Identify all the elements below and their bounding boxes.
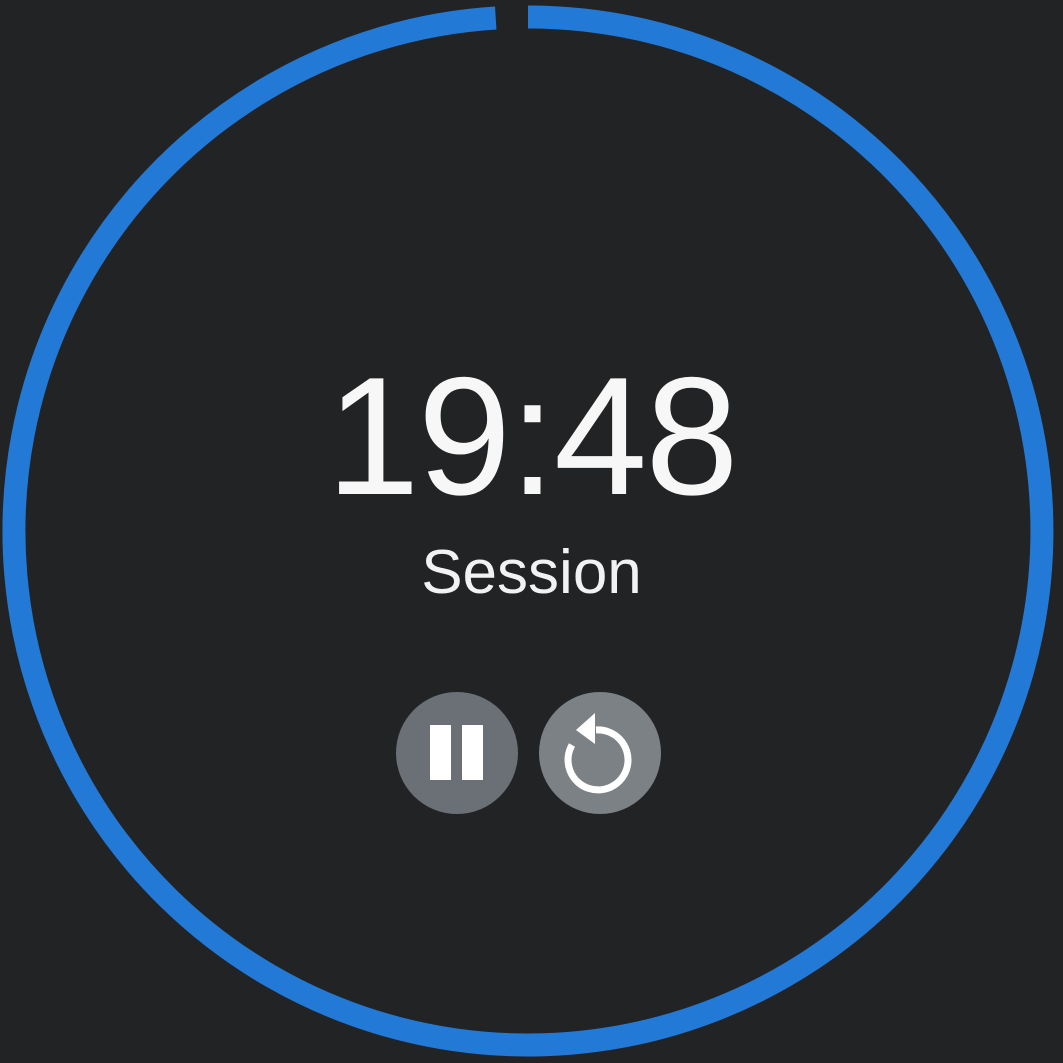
reset-button[interactable] [539, 692, 661, 814]
pause-icon [430, 725, 483, 780]
timer-controls [0, 692, 1063, 814]
session-label: Session [421, 538, 642, 607]
timer-app: 19:48 Session [0, 0, 1063, 1063]
progress-ring [2, 5, 1054, 1057]
reset-icon [564, 713, 632, 794]
pause-button[interactable] [396, 692, 518, 814]
time-remaining: 19:48 [326, 342, 738, 530]
progress-arc [2, 5, 1054, 1057]
